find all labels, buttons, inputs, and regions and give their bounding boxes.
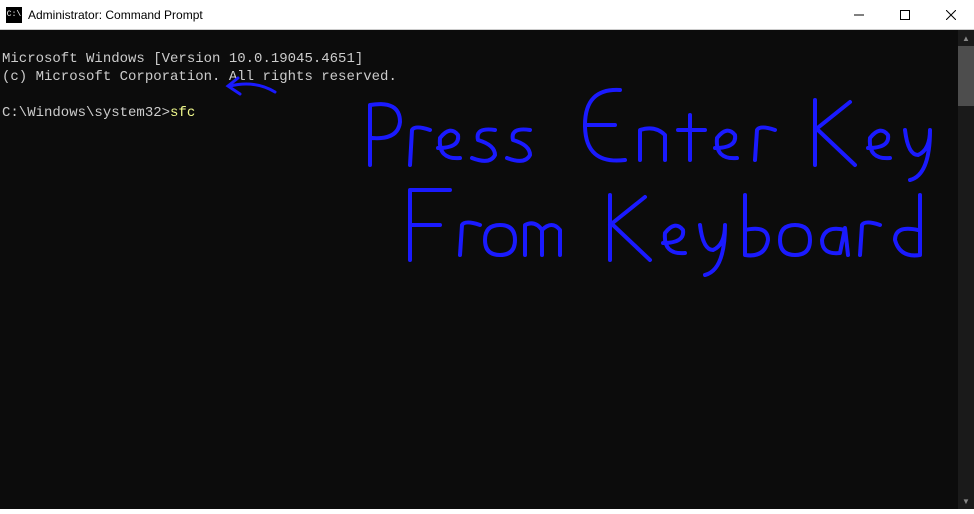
maximize-button[interactable] (882, 0, 928, 29)
prompt-path: C:\Windows\system32> (2, 104, 170, 122)
terminal-line: Microsoft Windows [Version 10.0.19045.46… (2, 51, 363, 67)
vertical-scrollbar[interactable]: ▲ ▼ (958, 30, 974, 509)
terminal-line: (c) Microsoft Corporation. All rights re… (2, 69, 397, 85)
close-button[interactable] (928, 0, 974, 29)
scroll-down-arrow-icon[interactable]: ▼ (958, 493, 974, 509)
window-controls (836, 0, 974, 29)
prompt-command: sfc (170, 104, 195, 122)
terminal-area[interactable]: Microsoft Windows [Version 10.0.19045.46… (0, 30, 974, 509)
scrollbar-thumb[interactable] (958, 46, 974, 106)
terminal-content[interactable]: Microsoft Windows [Version 10.0.19045.46… (0, 30, 958, 509)
window-title: Administrator: Command Prompt (28, 8, 836, 22)
minimize-button[interactable] (836, 0, 882, 29)
scroll-up-arrow-icon[interactable]: ▲ (958, 30, 974, 46)
scrollbar-track[interactable] (958, 46, 974, 493)
titlebar[interactable]: C:\ Administrator: Command Prompt (0, 0, 974, 30)
app-icon-text: C:\ (7, 11, 21, 19)
app-icon: C:\ (6, 7, 22, 23)
command-prompt-window: C:\ Administrator: Command Prompt Micros… (0, 0, 974, 509)
